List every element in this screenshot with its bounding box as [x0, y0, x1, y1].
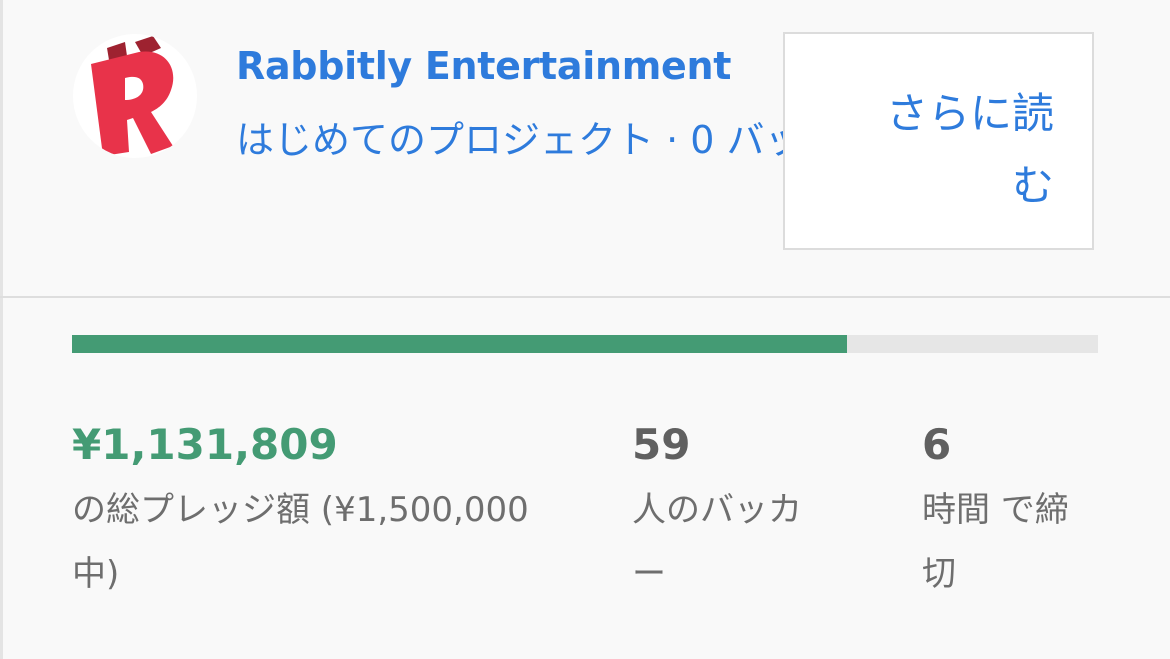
- creator-project-info[interactable]: はじめてのプロジェクト · 0 バッキング: [236, 110, 784, 170]
- funding-progress-bar: [72, 335, 1098, 353]
- funding-progress-fill: [72, 335, 847, 353]
- backers-label: 人のバッカー: [632, 490, 802, 594]
- read-more-button[interactable]: さらに読む: [783, 32, 1094, 250]
- time-left-value: 6: [922, 420, 952, 469]
- backers-count: 59: [632, 420, 691, 469]
- pledged-amount: ¥1,131,809: [72, 420, 338, 469]
- creator-section: Rabbitly Entertainment はじめてのプロジェクト · 0 バ…: [0, 0, 1170, 296]
- pledged-label: の総プレッジ額 (¥1,500,000 中): [72, 490, 529, 594]
- rabbitly-logo-icon: [91, 36, 174, 156]
- section-divider: [0, 296, 1170, 298]
- creator-avatar[interactable]: [73, 34, 197, 158]
- creator-name-link[interactable]: Rabbitly Entertainment: [236, 44, 731, 88]
- time-left-label: 時間 で締切: [922, 490, 1069, 594]
